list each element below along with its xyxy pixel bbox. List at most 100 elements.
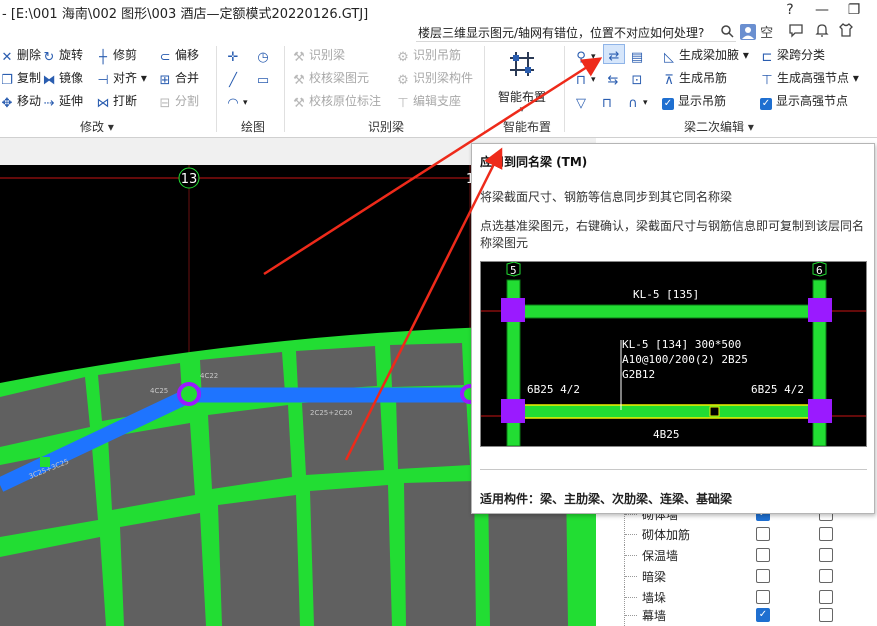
beam-tool-6-button[interactable]: ⊓ [600, 92, 617, 111]
modify-group-label[interactable]: 修改 ▾ [80, 118, 114, 135]
grip-handle [709, 406, 720, 417]
identify-beam-icon: ⚒ [293, 50, 305, 65]
apply-same-name-beam-tooltip: 应用到同名梁 (TM) 将梁截面尺寸、钢筋等信息同步到其它同名称梁 点选基准梁图… [471, 143, 875, 514]
hanger-icon: ⊓ [601, 96, 613, 111]
beam-note-line2: A10@100/200(2) 2B25 [622, 353, 748, 366]
visibility-checkbox[interactable] [756, 527, 770, 541]
generate-haunch-button[interactable]: ◺ 生成梁加腋 ▾ [662, 46, 749, 65]
draw-arc-button[interactable]: ◠ ▾ [226, 92, 247, 111]
smart-layout-button[interactable]: 智能布置 ▾ [492, 46, 552, 115]
show-high-strength-node-checkbox[interactable]: ✓ 显示高强节点 [760, 92, 848, 110]
search-icon[interactable] [720, 24, 734, 41]
column-node[interactable] [177, 382, 201, 406]
top-beam [506, 304, 827, 319]
table-row: 幕墙 ✓ [600, 605, 877, 626]
delete-icon: ✕ [1, 50, 13, 65]
visibility-checkbox[interactable] [756, 569, 770, 583]
rotate-button[interactable]: ↻ 旋转 [42, 46, 83, 65]
trim-button[interactable]: ┼ 修剪 [96, 46, 137, 65]
restore-button[interactable]: ❐ [846, 2, 862, 18]
beam-tool-3-button[interactable]: ⇆ [606, 69, 623, 88]
apply-same-name-beam-button[interactable]: ⇄ [603, 44, 625, 64]
visibility-checkbox[interactable] [819, 569, 833, 583]
edit-support-button[interactable]: ⊤ 编辑支座 [396, 92, 461, 111]
split-button[interactable]: ⊟ 分割 [158, 92, 199, 111]
group-divider [564, 46, 565, 132]
identify-hanger-icon: ⚙ [397, 50, 409, 65]
draw-point-button[interactable]: ✛ [226, 46, 243, 65]
beam-span-classify-button[interactable]: ⊏ 梁跨分类 [760, 46, 825, 65]
beam-tool-5-button[interactable]: ▽ [574, 92, 591, 111]
break-icon: ⋈ [96, 96, 110, 111]
message-icon[interactable] [788, 22, 804, 42]
beam-table-button[interactable]: ▤ [630, 46, 647, 65]
ribbon-toolbar: ✕ 删除 ↻ 旋转 ┼ 修剪 ⊂ 偏移 ❐ 复制 ⧓ 镜像 ⊣ 对齐 ▾ ⊞ 合并 ✥ 移动 ⇢ 延… [0, 42, 877, 138]
checkbox-checked-icon: ✓ [760, 98, 772, 110]
visibility-checkbox[interactable] [819, 608, 833, 622]
beam-filter-icon: ▽ [576, 96, 586, 111]
beam-tool-7-button[interactable]: ∩ ▾ [626, 92, 647, 111]
skin-shirt-icon[interactable] [838, 22, 854, 42]
table-row: 砌体加筋 [600, 524, 877, 545]
beam-tool-1-button[interactable]: ⚲ ▾ [574, 46, 595, 65]
move-icon: ✥ [1, 96, 13, 111]
copy-button[interactable]: ❐ 复制 [0, 69, 41, 88]
merge-button[interactable]: ⊞ 合并 [158, 69, 199, 88]
visibility-checkbox[interactable]: ✓ [756, 608, 770, 622]
draw-rect-button[interactable]: ▭ [256, 69, 273, 88]
beam-secondary-group-label[interactable]: 梁二次编辑 ▾ [684, 118, 754, 135]
annotation-icon: ⚒ [293, 96, 305, 111]
mirror-button[interactable]: ⧓ 镜像 [42, 69, 84, 88]
example-drawing: 5 6 KL-5 [135] KL-5 [134] 300*500 A10@10… [481, 261, 866, 447]
show-hanger-checkbox[interactable]: ✓ 显示吊筋 [662, 92, 726, 110]
help-search-bar[interactable]: 楼层三维显示图元/轴网有错位，位置不对应如何处理? [416, 22, 736, 42]
visibility-checkbox[interactable] [819, 527, 833, 541]
generate-high-strength-node-button[interactable]: ⊤ 生成高强节点 ▾ [760, 69, 859, 88]
beam-note-line1: KL-5 [134] 300*500 [622, 338, 741, 351]
check-annotation-button[interactable]: ⚒ 校核原位标注 [292, 92, 381, 111]
identify-hanger-button[interactable]: ⚙ 识别吊筋 [396, 46, 461, 65]
notification-bell-icon[interactable] [814, 22, 830, 42]
break-button[interactable]: ⋈ 打断 [96, 92, 138, 111]
beam-bottom-label: 4B25 [653, 428, 680, 441]
check-beam-button[interactable]: ⚒ 校核梁图元 [292, 69, 369, 88]
identify-beam-component-button[interactable]: ⚙ 识别梁构件 [396, 69, 473, 88]
delete-button[interactable]: ✕ 删除 [0, 46, 41, 65]
table-row: 暗梁 [600, 566, 877, 587]
draw-clock-button[interactable]: ◷ [256, 46, 273, 65]
haunch-icon: ◺ [664, 50, 674, 65]
smart-layout-group-label: 智能布置 [503, 120, 552, 134]
draw-line-button[interactable]: ╱ [226, 69, 243, 88]
line-icon: ╱ [229, 73, 237, 88]
arc-icon: ◠ [227, 96, 239, 111]
span-classify-icon: ⊏ [761, 50, 773, 65]
offset-button[interactable]: ⊂ 偏移 [158, 46, 199, 65]
extend-button[interactable]: ⇢ 延伸 [42, 92, 83, 111]
visibility-checkbox[interactable] [819, 590, 833, 604]
tooltip-description: 将梁截面尺寸、钢筋等信息同步到其它同名称梁 [480, 190, 733, 204]
user-avatar[interactable]: 空 [740, 22, 773, 41]
title-bar: - [E:\001 海南\002 图形\003 酒店—定额模式20220126.… [0, 0, 877, 22]
beam-support-icon: ⚲ [576, 50, 586, 65]
merge-icon: ⊞ [159, 73, 171, 88]
draw-group-label: 绘图 [241, 120, 266, 134]
generate-hanger-button[interactable]: ⊼ 生成吊筋 [662, 69, 727, 88]
beam-tool-2-button[interactable]: ⊓ ▾ [574, 69, 596, 88]
tooltip-title: 应用到同名梁 (TM) [480, 155, 588, 169]
check-beam-icon: ⚒ [293, 73, 305, 88]
visibility-checkbox[interactable] [756, 590, 770, 604]
beam-check-icon: ⊡ [631, 73, 643, 88]
align-button[interactable]: ⊣ 对齐 ▾ [96, 69, 147, 88]
help-search-text: 楼层三维显示图元/轴网有错位，位置不对应如何处理? [418, 26, 705, 40]
move-button[interactable]: ✥ 移动 [0, 92, 41, 111]
visibility-checkbox[interactable] [819, 548, 833, 562]
visibility-checkbox[interactable] [756, 548, 770, 562]
identify-beam-button[interactable]: ⚒ 识别梁 [292, 46, 345, 65]
beam-tool-4-button[interactable]: ⊡ [630, 69, 647, 88]
minimize-button[interactable]: — [814, 2, 830, 18]
help-icon[interactable]: ? [782, 2, 798, 18]
beam-span-icon: ⊓ [575, 73, 587, 88]
hanger-generate-icon: ⊼ [664, 73, 674, 88]
user-name: 空 [760, 26, 774, 41]
table-icon: ▤ [630, 50, 644, 65]
